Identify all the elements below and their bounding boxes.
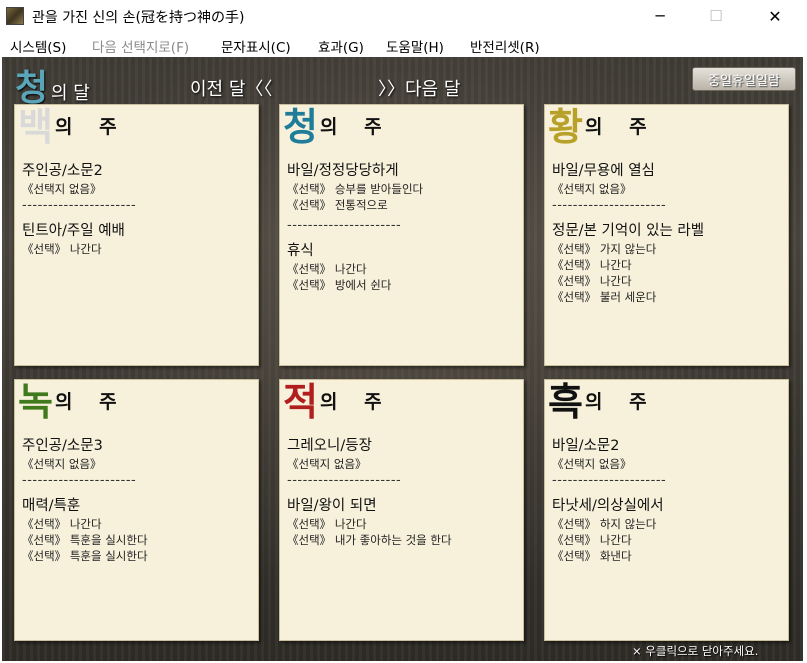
week-panel-yellow: 황 의 주 바일/무용에 열심 《선택지 없음》 ---------------… <box>544 104 789 366</box>
choice-line: 《선택》 화낸다 <box>552 549 632 563</box>
separator: ---------------------- <box>22 474 137 488</box>
title-bar: 관을 가진 신의 손(冠を持つ神の手) ─ ☐ ✕ <box>0 0 807 32</box>
week-glyph: 백 <box>18 104 53 149</box>
month-label: 의 달 <box>51 83 90 104</box>
event-title: 타낫세/의상실에서 <box>552 498 664 514</box>
separator: ---------------------- <box>552 474 667 488</box>
choice-line: 《선택》 나간다 <box>552 533 632 547</box>
event-title: 매력/특훈 <box>22 498 81 514</box>
next-month-button[interactable]: 〉〉다음 달 <box>378 75 460 101</box>
maximize-button[interactable]: ☐ <box>693 0 739 32</box>
menu-reverse-reset[interactable]: 반전리셋(R) <box>470 36 540 56</box>
choice-line: 《선택지 없음》 <box>287 457 367 471</box>
choice-line: 《선택》 특훈을 실시한다 <box>22 533 148 547</box>
game-area: 청 의 달 이전 달〈〈 〉〉다음 달 중일휴일일람 백 의 주 주인공/소문2… <box>2 57 803 661</box>
event-title: 그레오니/등장 <box>287 438 372 454</box>
choice-line: 《선택》 방에서 쉰다 <box>287 278 392 292</box>
choice-line: 《선택》 승부를 받아들인다 <box>287 182 424 196</box>
event-title: 틴트아/주일 예배 <box>22 223 125 239</box>
minimize-button[interactable]: ─ <box>637 0 683 32</box>
menu-system[interactable]: 시스템(S) <box>10 36 66 56</box>
event-title: 바일/정정당당하게 <box>287 163 399 179</box>
separator: ---------------------- <box>552 199 667 213</box>
separator: ---------------------- <box>287 474 402 488</box>
choice-line: 《선택》 나간다 <box>287 517 367 531</box>
week-panel-red: 적 의 주 그레오니/등장 《선택지 없음》 -----------------… <box>279 379 524 641</box>
menu-text-display[interactable]: 문자표시(C) <box>221 36 291 56</box>
week-label: 의 주 <box>55 391 127 413</box>
close-button[interactable]: ✕ <box>752 0 798 32</box>
prev-month-button[interactable]: 이전 달〈〈 <box>190 75 272 101</box>
week-label: 의 주 <box>320 391 392 413</box>
week-panel-white: 백 의 주 주인공/소문2 《선택지 없음》 -----------------… <box>14 104 259 366</box>
event-title: 주인공/소문3 <box>22 438 103 454</box>
week-panel-green: 녹 의 주 주인공/소문3 《선택지 없음》 -----------------… <box>14 379 259 641</box>
week-glyph: 녹 <box>18 379 53 424</box>
choice-line: 《선택지 없음》 <box>22 182 102 196</box>
choice-line: 《선택》 전통적으로 <box>287 198 388 212</box>
choice-line: 《선택》 하지 않는다 <box>552 517 657 531</box>
menu-effects[interactable]: 효과(G) <box>318 36 364 56</box>
choice-line: 《선택》 특훈을 실시한다 <box>22 549 148 563</box>
choice-line: 《선택》 나간다 <box>22 242 102 256</box>
event-title: 주인공/소문2 <box>22 163 103 179</box>
menu-bar: 시스템(S) 다음 선택지로(F) 문자표시(C) 효과(G) 도움말(H) 반… <box>0 32 807 56</box>
holiday-list-button[interactable]: 중일휴일일람 <box>692 67 796 91</box>
week-label: 의 주 <box>320 116 392 138</box>
close-hint: × 우클릭으로 닫아주세요. <box>632 644 759 658</box>
week-glyph: 황 <box>548 104 583 149</box>
choice-line: 《선택》 나간다 <box>552 258 632 272</box>
choice-line: 《선택지 없음》 <box>22 457 102 471</box>
event-title: 바일/소문2 <box>552 438 620 454</box>
event-title: 바일/왕이 되면 <box>287 498 377 514</box>
week-panel-blue: 청 의 주 바일/정정당당하게 《선택》 승부를 받아들인다 《선택》 전통적으… <box>279 104 524 366</box>
week-glyph: 적 <box>283 379 318 424</box>
choice-line: 《선택》 나간다 <box>552 274 632 288</box>
choice-line: 《선택》 나간다 <box>22 517 102 531</box>
event-title: 바일/무용에 열심 <box>552 163 655 179</box>
choice-line: 《선택》 가지 않는다 <box>552 242 657 256</box>
week-label: 의 주 <box>55 116 127 138</box>
app-icon[interactable] <box>6 7 24 25</box>
choice-line: 《선택》 불러 세운다 <box>552 290 657 304</box>
menu-next-choice[interactable]: 다음 선택지로(F) <box>92 36 189 56</box>
week-panel-black: 흑 의 주 바일/소문2 《선택지 없음》 ------------------… <box>544 379 789 641</box>
separator: ---------------------- <box>287 219 402 233</box>
menu-help[interactable]: 도움말(H) <box>386 36 444 56</box>
event-title: 정문/본 기억이 있는 라벨 <box>552 223 705 239</box>
event-title: 휴식 <box>287 243 314 259</box>
choice-line: 《선택》 내가 좋아하는 것을 한다 <box>287 533 452 547</box>
week-label: 의 주 <box>585 116 657 138</box>
week-glyph: 청 <box>283 104 318 149</box>
week-glyph: 흑 <box>548 379 583 424</box>
separator: ---------------------- <box>22 199 137 213</box>
week-label: 의 주 <box>585 391 657 413</box>
choice-line: 《선택지 없음》 <box>552 457 632 471</box>
choice-line: 《선택》 나간다 <box>287 262 367 276</box>
choice-line: 《선택지 없음》 <box>552 182 632 196</box>
window-title: 관을 가진 신의 손(冠を持つ神の手) <box>32 10 245 26</box>
